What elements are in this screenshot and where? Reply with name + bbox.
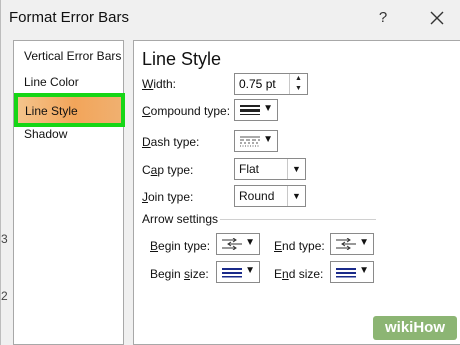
end-size-label: End size: <box>274 267 324 281</box>
cap-type-select[interactable]: Flat ▼ <box>234 158 306 180</box>
nav-item-line-style-label: Line Style <box>25 104 78 118</box>
width-label: Width: <box>142 77 177 91</box>
join-type-label: Join type: <box>142 190 194 204</box>
cap-type-label: Cap type: <box>142 163 194 177</box>
sheet-row-marker: 2 <box>1 289 8 303</box>
chevron-down-icon: ▼ <box>359 265 369 276</box>
wikihow-watermark: wikiHow <box>373 316 457 340</box>
line-style-panel: Line Style Width: ▲ ▼ Compound type: ▼ D… <box>133 40 460 345</box>
nav-item-shadow[interactable]: Shadow <box>24 127 67 141</box>
compound-lines-icon <box>240 105 260 115</box>
nav-item-line-style[interactable]: Line Style <box>14 93 125 127</box>
arrow-size-icon <box>336 268 356 278</box>
sheet-row-marker: 3 <box>1 232 8 246</box>
begin-type-dropdown[interactable]: ▼ <box>216 233 260 255</box>
arrow-size-icon <box>222 268 242 278</box>
nav-item-line-color[interactable]: Line Color <box>24 75 79 89</box>
compound-type-label: Compound type: <box>142 104 231 118</box>
format-error-bars-dialog: Format Error Bars ? Vertical Error Bars … <box>0 0 460 345</box>
spin-up-icon[interactable]: ▲ <box>290 74 307 84</box>
chevron-down-icon: ▼ <box>245 265 255 276</box>
width-spin-arrows[interactable]: ▲ ▼ <box>289 74 307 94</box>
cap-type-value: Flat <box>239 162 260 176</box>
chevron-down-icon: ▼ <box>245 237 255 248</box>
begin-size-dropdown[interactable]: ▼ <box>216 261 260 283</box>
category-list: Vertical Error Bars Line Color Line Styl… <box>13 40 125 345</box>
chevron-down-icon[interactable]: ▼ <box>287 159 305 179</box>
title-bar: Format Error Bars ? <box>1 0 460 36</box>
arrow-settings-heading: Arrow settings <box>142 212 219 226</box>
panel-heading: Line Style <box>142 49 222 69</box>
begin-type-label: Begin type: <box>150 239 211 253</box>
nav-item-vertical-error-bars[interactable]: Vertical Error Bars <box>24 49 121 63</box>
width-input[interactable] <box>235 74 289 94</box>
arrow-type-icon <box>336 238 356 250</box>
join-type-select[interactable]: Round ▼ <box>234 185 306 207</box>
end-type-dropdown[interactable]: ▼ <box>330 233 374 255</box>
help-button[interactable]: ? <box>373 8 393 28</box>
close-button[interactable] <box>427 8 447 28</box>
end-type-label: End type: <box>274 239 325 253</box>
compound-type-dropdown[interactable]: ▼ <box>234 99 278 121</box>
chevron-down-icon: ▼ <box>359 237 369 248</box>
dialog-title: Format Error Bars <box>9 9 130 26</box>
section-divider <box>220 219 376 220</box>
dash-type-dropdown[interactable]: ▼ <box>234 130 278 152</box>
dash-pattern-icon <box>240 136 260 147</box>
close-icon <box>430 11 444 25</box>
begin-size-label: Begin size: <box>150 267 209 281</box>
chevron-down-icon[interactable]: ▼ <box>287 186 305 206</box>
chevron-down-icon: ▼ <box>263 134 273 145</box>
width-spinner[interactable]: ▲ ▼ <box>234 73 308 95</box>
chevron-down-icon: ▼ <box>263 103 273 114</box>
join-type-value: Round <box>239 189 275 203</box>
arrow-type-icon <box>222 238 242 250</box>
end-size-dropdown[interactable]: ▼ <box>330 261 374 283</box>
spin-down-icon[interactable]: ▼ <box>290 84 307 94</box>
dash-type-label: Dash type: <box>142 135 200 149</box>
